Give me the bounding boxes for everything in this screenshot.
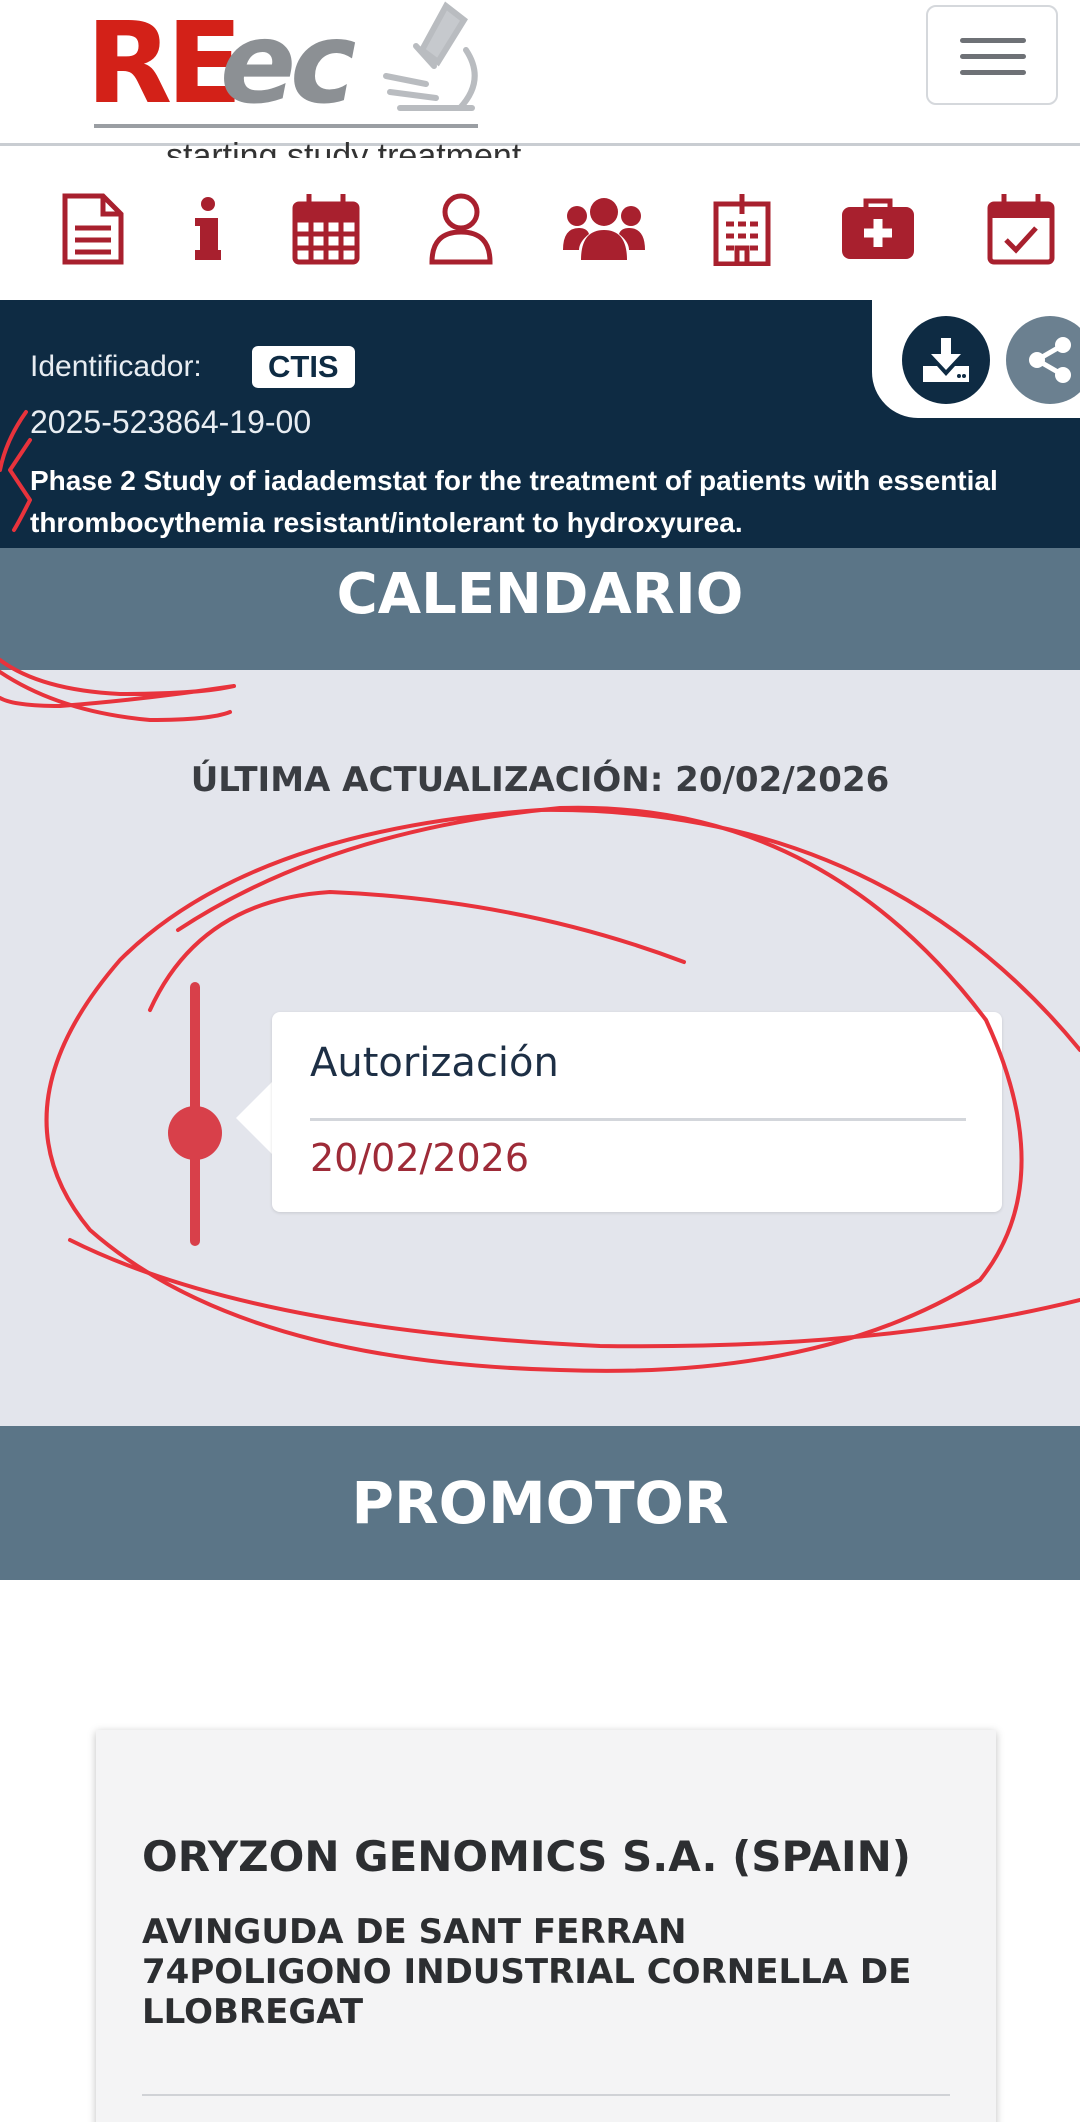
hamburger-icon[interactable]: [926, 5, 1058, 105]
reec-logo[interactable]: RE ec: [86, 0, 486, 135]
section-icon-nav: [0, 158, 1080, 300]
study-title: Phase 2 Study of iadademstat for the tre…: [30, 465, 998, 538]
calendar-section-header: CALENDARIO: [0, 558, 1080, 670]
timeline-event-card: Autorización 20/02/2026: [272, 1012, 1002, 1212]
medkit-icon[interactable]: [838, 184, 918, 274]
logo-re-text: RE: [86, 0, 243, 129]
last-update-text: ÚLTIMA ACTUALIZACIÓN: 20/02/2026: [190, 760, 890, 800]
study-identifier: 2025-523864-19-00: [30, 404, 312, 440]
calendar-check-icon[interactable]: [984, 184, 1058, 274]
timeline-card-pointer: [236, 1082, 272, 1154]
event-divider: [310, 1118, 966, 1121]
document-icon[interactable]: [56, 184, 130, 274]
promotor-divider: [142, 2094, 950, 2096]
download-icon: [923, 338, 969, 382]
event-label: Autorización: [310, 1040, 559, 1086]
top-header: RE ec: [0, 0, 1080, 146]
promotor-name: ORYZON GENOMICS S.A. (SPAIN): [142, 1832, 911, 1881]
promotor-section: ORYZON GENOMICS S.A. (SPAIN) AVINGUDA DE…: [0, 1580, 1080, 2122]
timeline-dot: [168, 1106, 222, 1160]
microscope-icon: [383, 1, 478, 111]
promotor-address: AVINGUDA DE SANT FERRAN 74POLIGONO INDUS…: [142, 1912, 912, 2032]
ctis-badge: CTIS: [252, 346, 355, 388]
promotor-section-header: PROMOTOR: [0, 1426, 1080, 1580]
identifier-label: Identificador:: [30, 350, 202, 383]
info-icon[interactable]: [180, 184, 236, 274]
user-icon[interactable]: [424, 184, 498, 274]
users-group-icon[interactable]: [562, 184, 646, 274]
promotor-card: ORYZON GENOMICS S.A. (SPAIN) AVINGUDA DE…: [96, 1730, 996, 2122]
share-icon: [1029, 337, 1071, 383]
logo-ec-text: ec: [220, 0, 356, 129]
event-date: 20/02/2026: [310, 1136, 530, 1180]
overlapping-text: starting study treatment: [166, 137, 522, 158]
page-root: RE ec starting study treatment Identific…: [0, 0, 1080, 2122]
hospital-icon[interactable]: [710, 184, 774, 274]
calendar-section: ÚLTIMA ACTUALIZACIÓN: 20/02/2026 Autoriz…: [0, 670, 1080, 1426]
calendar-grid-icon[interactable]: [286, 184, 366, 274]
download-button[interactable]: [902, 316, 990, 404]
